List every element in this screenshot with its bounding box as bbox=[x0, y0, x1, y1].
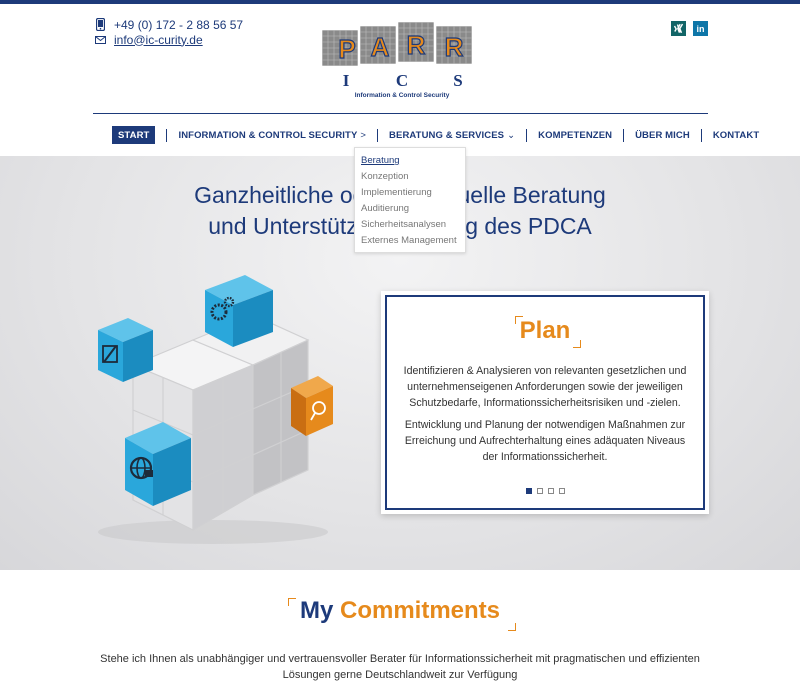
slide-dot-2[interactable] bbox=[536, 488, 543, 494]
nav-separator bbox=[526, 128, 528, 142]
logo-letter-i: I bbox=[343, 71, 350, 90]
slide-dot-4[interactable] bbox=[558, 488, 565, 494]
slide-paragraph-1: Identifizieren & Analysieren von relevan… bbox=[403, 365, 687, 409]
logo-letter-r2: R bbox=[445, 32, 464, 62]
nav-ueber-mich[interactable]: ÜBER MICH bbox=[635, 126, 690, 144]
envelope-icon bbox=[93, 35, 107, 44]
xing-icon[interactable] bbox=[671, 21, 686, 36]
commitments-title: My Commitments bbox=[299, 597, 501, 624]
beratung-dropdown-menu: Beratung Konzeption Implementierung Audi… bbox=[354, 147, 466, 253]
chevron-right-icon: > bbox=[360, 129, 367, 141]
nav-kontakt[interactable]: KONTAKT bbox=[713, 126, 759, 144]
slide-pagination bbox=[387, 488, 703, 494]
pencil-cube bbox=[98, 318, 153, 382]
logo-letter-a: A bbox=[371, 32, 390, 62]
nav-separator bbox=[377, 128, 379, 142]
logo-letter-r1: R bbox=[407, 30, 426, 60]
social-links: in bbox=[671, 21, 708, 36]
logo-letter-s: S bbox=[453, 71, 462, 90]
dropdown-item-sicherheitsanalysen[interactable]: Sicherheitsanalysen bbox=[355, 217, 465, 233]
commitments-text: Stehe ich Ihnen als unabhängiger und ver… bbox=[100, 653, 700, 681]
logo-letter-p: P bbox=[338, 34, 355, 64]
dropdown-item-auditierung[interactable]: Auditierung bbox=[355, 201, 465, 217]
nav-information-control-security[interactable]: INFORMATION & CONTROL SECURITY > bbox=[178, 126, 366, 144]
company-logo[interactable]: P A R R I C S Information & Control Secu… bbox=[316, 16, 488, 100]
nav-separator bbox=[623, 128, 625, 142]
logo-letter-c: C bbox=[396, 71, 408, 90]
lock-icon bbox=[145, 470, 153, 477]
linkedin-icon[interactable]: in bbox=[693, 21, 708, 36]
slide-card-frame: Plan Identifizieren & Analysieren von re… bbox=[385, 295, 705, 510]
top-border bbox=[0, 0, 800, 4]
dropdown-item-implementierung[interactable]: Implementierung bbox=[355, 185, 465, 201]
phone-icon bbox=[93, 18, 107, 31]
contact-info: +49 (0) 172 - 2 88 56 57 info@ic-curity.… bbox=[93, 17, 243, 47]
nav-start[interactable]: START bbox=[112, 126, 156, 144]
dropdown-item-beratung[interactable]: Beratung bbox=[355, 153, 465, 169]
email-link[interactable]: info@ic-curity.de bbox=[114, 33, 203, 47]
logo-tagline: Information & Control Security bbox=[355, 92, 450, 99]
nav-separator bbox=[166, 128, 168, 142]
dropdown-item-konzeption[interactable]: Konzeption bbox=[355, 169, 465, 185]
phone-number[interactable]: +49 (0) 172 - 2 88 56 57 bbox=[114, 18, 243, 32]
slide-dot-1[interactable] bbox=[525, 488, 532, 494]
header-divider bbox=[93, 113, 708, 114]
cube-illustration bbox=[93, 270, 343, 550]
dropdown-item-externes-management[interactable]: Externes Management bbox=[355, 233, 465, 249]
commitments-bracket-bottom-right bbox=[508, 623, 516, 631]
chevron-down-icon: ⌄ bbox=[507, 129, 516, 141]
email-row: info@ic-curity.de bbox=[93, 32, 243, 47]
nav-beratung-services[interactable]: BERATUNG & SERVICES ⌄ bbox=[389, 126, 515, 144]
main-nav: START INFORMATION & CONTROL SECURITY > BE… bbox=[112, 126, 759, 144]
nav-kompetenzen[interactable]: KOMPETENZEN bbox=[538, 126, 612, 144]
slide-card: Plan Identifizieren & Analysieren von re… bbox=[381, 291, 709, 514]
phone-row: +49 (0) 172 - 2 88 56 57 bbox=[93, 17, 243, 32]
slide-paragraph-2: Entwicklung und Planung der notwendigen … bbox=[404, 419, 686, 463]
slide-title: Plan bbox=[519, 317, 571, 344]
nav-separator bbox=[700, 128, 702, 142]
globe-cube bbox=[125, 422, 191, 506]
slide-dot-3[interactable] bbox=[547, 488, 554, 494]
title-bracket-bottom-right bbox=[573, 340, 581, 348]
